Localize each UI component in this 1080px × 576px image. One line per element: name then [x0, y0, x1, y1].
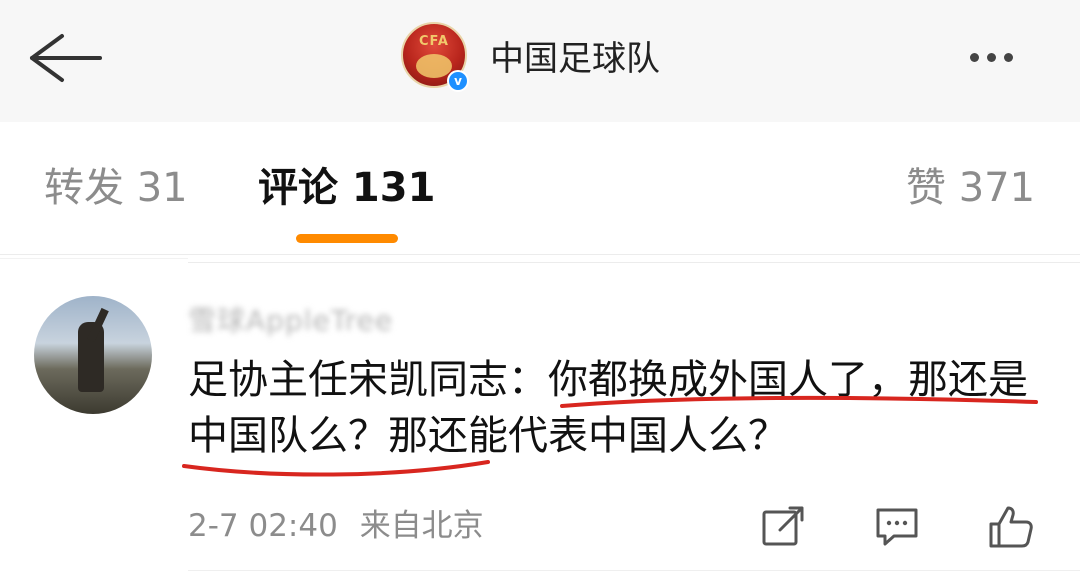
cfa-logo-text: CFA [419, 34, 449, 49]
more-dots-icon [970, 53, 979, 62]
tab-repost[interactable]: 转发 31 [44, 162, 188, 214]
active-tab-indicator [296, 234, 398, 243]
emblem-icon [416, 54, 452, 78]
divider [188, 262, 1080, 263]
share-button[interactable] [758, 502, 808, 552]
thumbs-up-icon [989, 506, 1033, 548]
comment-location: 来自北京 [359, 508, 484, 544]
like-button[interactable] [986, 502, 1036, 552]
back-button[interactable] [24, 22, 108, 94]
more-button[interactable] [970, 40, 1056, 76]
tab-comments[interactable]: 评论 131 [258, 162, 435, 214]
comment-meta: 2-7 02:40 来自北京 [188, 506, 484, 546]
tab-likes[interactable]: 赞 371 [906, 162, 1035, 214]
divider [0, 258, 188, 259]
red-underline-annotation [182, 460, 490, 477]
back-arrow-icon [30, 34, 102, 82]
red-underline-annotation [560, 395, 1038, 408]
top-nav-bar: CFA v 中国足球队 [0, 0, 1080, 123]
account-name[interactable]: 中国足球队 [490, 36, 660, 82]
commenter-avatar[interactable] [34, 296, 152, 414]
verified-badge-icon: v [447, 70, 469, 92]
reply-button[interactable] [872, 502, 922, 552]
tab-bar: 转发 31 评论 131 赞 371 [0, 122, 1080, 255]
share-icon [762, 506, 804, 546]
commenter-username[interactable]: 雪球AppleTree [188, 298, 444, 344]
comment-timestamp: 2-7 02:40 [188, 508, 338, 544]
divider [188, 570, 1080, 571]
account-avatar[interactable]: CFA v [401, 22, 473, 94]
comment-icon [876, 508, 918, 546]
